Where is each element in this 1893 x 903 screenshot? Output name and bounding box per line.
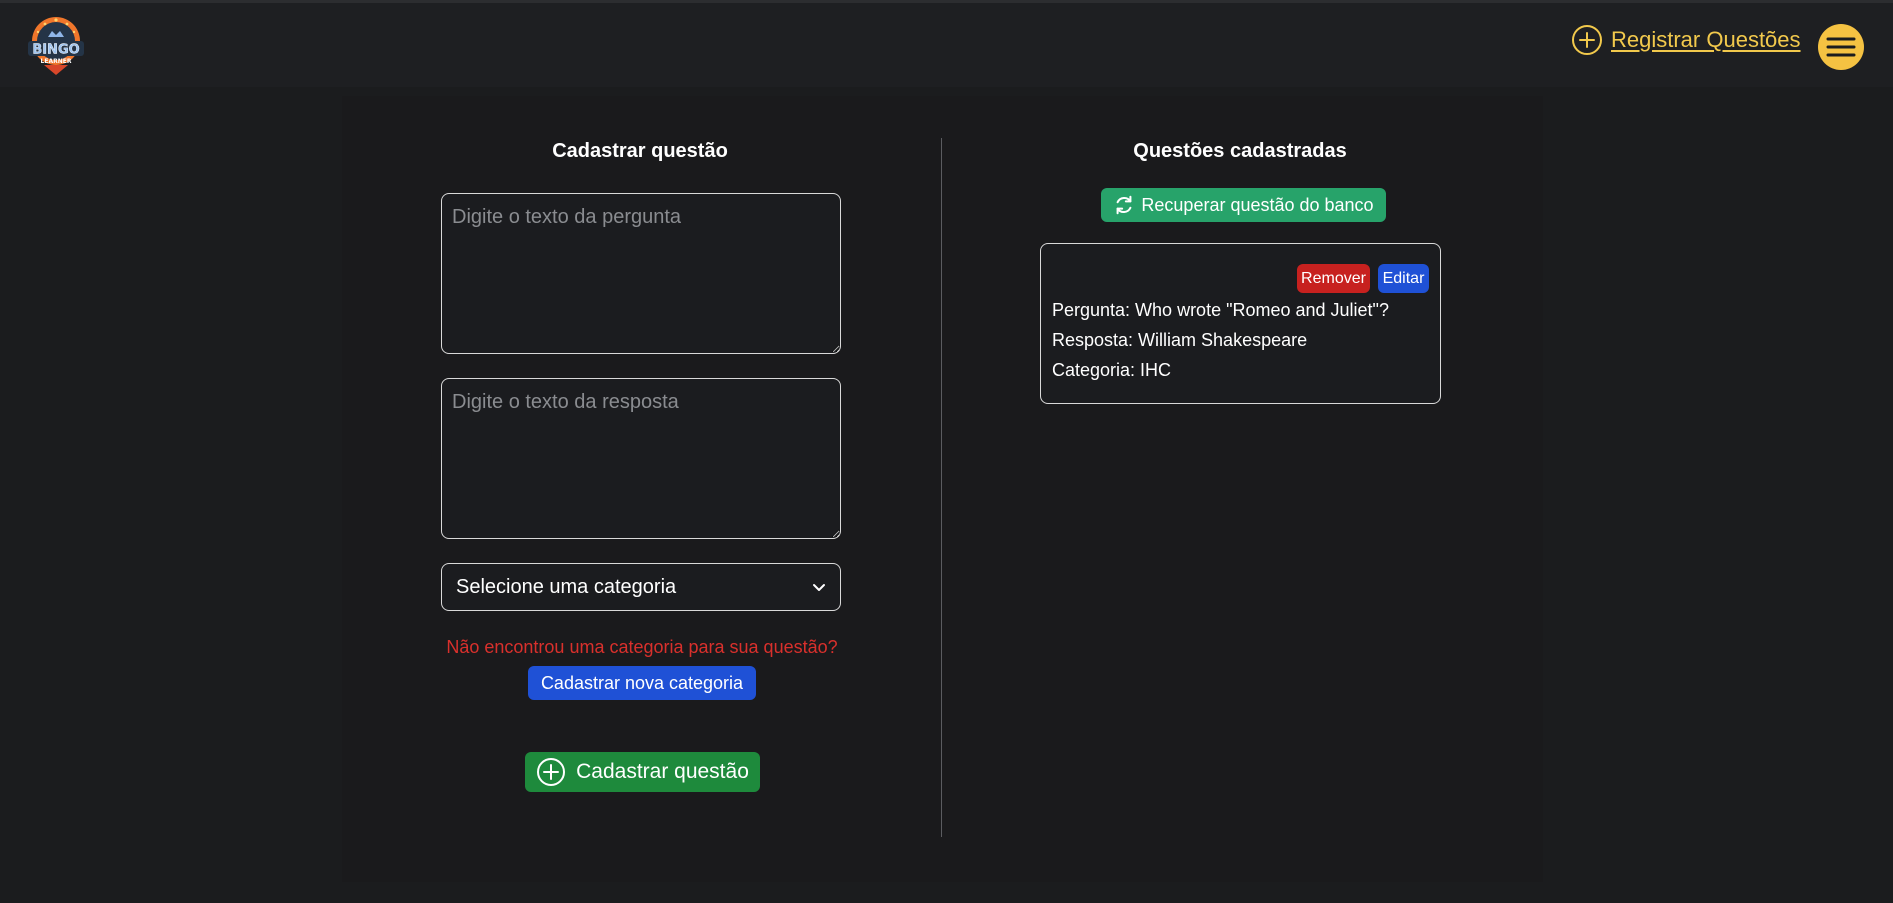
plus-circle-icon xyxy=(1572,25,1602,55)
question-card-question: Pergunta: Who wrote "Romeo and Juliet"? xyxy=(1052,300,1389,320)
logo-sub-text: LEARNER xyxy=(41,58,72,65)
edit-label: Editar xyxy=(1382,269,1425,287)
question-card: Remover Editar Pergunta: Who wrote "Rome… xyxy=(1040,243,1441,404)
question-text-input[interactable] xyxy=(441,193,841,354)
register-questions-link[interactable]: Registrar Questões xyxy=(1571,23,1801,57)
plus-circle-icon xyxy=(537,758,566,786)
register-question-title: Cadastrar questão xyxy=(552,140,728,162)
menu-button[interactable] xyxy=(1818,24,1864,70)
recover-question-button[interactable]: Recuperar questão do banco xyxy=(1101,188,1386,222)
remove-question-button[interactable]: Remover xyxy=(1297,264,1370,293)
logo-brand-text: BINGO xyxy=(32,43,79,58)
edit-question-button[interactable]: Editar xyxy=(1378,264,1429,293)
category-select[interactable]: Selecione uma categoria xyxy=(441,563,841,611)
missing-category-text: Não encontrou uma categoria para sua que… xyxy=(446,637,838,657)
chevron-down-icon xyxy=(813,584,825,591)
new-category-button[interactable]: Cadastrar nova categoria xyxy=(528,666,756,700)
new-category-label: Cadastrar nova categoria xyxy=(540,672,744,693)
hamburger-menu-icon xyxy=(1826,37,1856,57)
remove-label: Remover xyxy=(1301,269,1366,287)
submit-question-label: Cadastrar questão xyxy=(576,760,749,783)
column-divider xyxy=(941,138,942,837)
question-card-answer: Resposta: William Shakespeare xyxy=(1052,330,1308,350)
bingo-learner-logo[interactable]: BINGO LEARNER xyxy=(26,15,86,77)
recover-question-label: Recuperar questão do banco xyxy=(1141,194,1374,215)
answer-text-input[interactable] xyxy=(441,378,841,539)
registered-questions-title: Questões cadastradas xyxy=(1133,140,1347,162)
register-questions-label: Registrar Questões xyxy=(1611,27,1801,52)
question-card-category: Categoria: IHC xyxy=(1052,360,1172,380)
main-panel: Cadastrar questão Selecione uma categori… xyxy=(342,96,1543,882)
refresh-icon xyxy=(1116,195,1132,215)
top-navbar: BINGO LEARNER Registrar Questões xyxy=(0,3,1893,87)
category-select-value: Selecione uma categoria xyxy=(456,575,677,598)
submit-question-button[interactable]: Cadastrar questão xyxy=(525,752,760,792)
